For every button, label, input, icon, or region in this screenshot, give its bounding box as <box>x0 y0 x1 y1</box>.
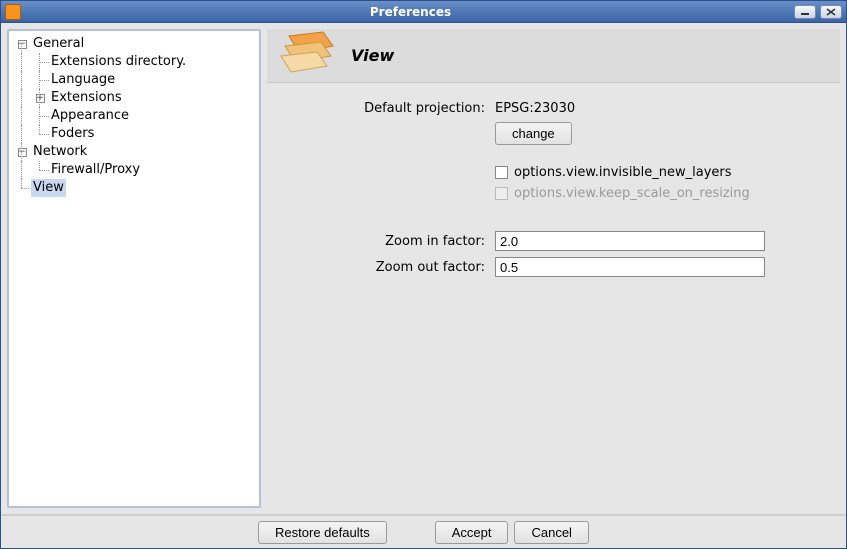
tree-label: Extensions <box>49 89 124 107</box>
tree-label: General <box>31 35 86 53</box>
tree-node-folders[interactable]: Foders <box>11 125 257 143</box>
panel-body: Default projection: EPSG:23030 change <box>267 83 840 508</box>
tree-node-general[interactable]: − General <box>11 35 257 53</box>
zoom-in-factor-input[interactable] <box>495 231 765 251</box>
tree-node-extensions[interactable]: + Extensions <box>11 89 257 107</box>
tree-label: Language <box>49 71 117 89</box>
tree-node-network[interactable]: − Network <box>11 143 257 161</box>
tree-node-view[interactable]: View <box>11 179 257 197</box>
panel-header: View <box>267 29 840 83</box>
window-title: Preferences <box>27 5 794 19</box>
category-tree: − General Extensions directory. <box>7 29 261 508</box>
app-icon <box>5 4 21 20</box>
tree-node-language[interactable]: Language <box>11 71 257 89</box>
checkbox-keep-scale-on-resizing: options.view.keep_scale_on_resizing <box>495 186 750 201</box>
close-button[interactable] <box>820 5 842 19</box>
change-projection-button[interactable]: change <box>495 122 572 145</box>
settings-panel: View Default projection: EPSG:23030 chan… <box>267 29 840 508</box>
window-buttons <box>794 5 842 19</box>
collapse-icon[interactable]: − <box>18 148 27 157</box>
tree-node-appearance[interactable]: Appearance <box>11 107 257 125</box>
collapse-icon[interactable]: − <box>18 40 27 49</box>
default-projection-value: EPSG:23030 <box>495 101 575 116</box>
checkbox-invisible-new-layers[interactable]: options.view.invisible_new_layers <box>495 165 732 180</box>
zoom-out-factor-label: Zoom out factor: <box>285 260 495 275</box>
tree-label: View <box>31 179 66 197</box>
tree-node-ext-dir[interactable]: Extensions directory. <box>11 53 257 71</box>
cancel-button[interactable]: Cancel <box>514 521 588 544</box>
zoom-in-factor-label: Zoom in factor: <box>285 234 495 249</box>
preferences-window: Preferences − Genera <box>0 0 847 549</box>
tree-label: Foders <box>49 125 96 143</box>
default-projection-label: Default projection: <box>285 101 495 116</box>
panel-title: View <box>351 46 394 65</box>
tree-node-firewall[interactable]: Firewall/Proxy <box>11 161 257 179</box>
tree-label: Extensions directory. <box>49 53 188 71</box>
tree-label: Network <box>31 143 89 161</box>
restore-defaults-button[interactable]: Restore defaults <box>258 521 387 544</box>
layers-icon <box>275 30 339 82</box>
expand-icon[interactable]: + <box>36 94 45 103</box>
checkbox-icon <box>495 166 508 179</box>
titlebar: Preferences <box>1 1 846 23</box>
accept-button[interactable]: Accept <box>435 521 509 544</box>
minimize-button[interactable] <box>794 5 816 19</box>
tree-label: Appearance <box>49 107 131 125</box>
checkbox-label: options.view.invisible_new_layers <box>514 165 732 180</box>
tree-label: Firewall/Proxy <box>49 161 142 179</box>
dialog-button-bar: Restore defaults Accept Cancel <box>1 514 846 548</box>
zoom-out-factor-input[interactable] <box>495 257 765 277</box>
checkbox-icon <box>495 187 508 200</box>
checkbox-label: options.view.keep_scale_on_resizing <box>514 186 750 201</box>
content-area: − General Extensions directory. <box>1 23 846 514</box>
